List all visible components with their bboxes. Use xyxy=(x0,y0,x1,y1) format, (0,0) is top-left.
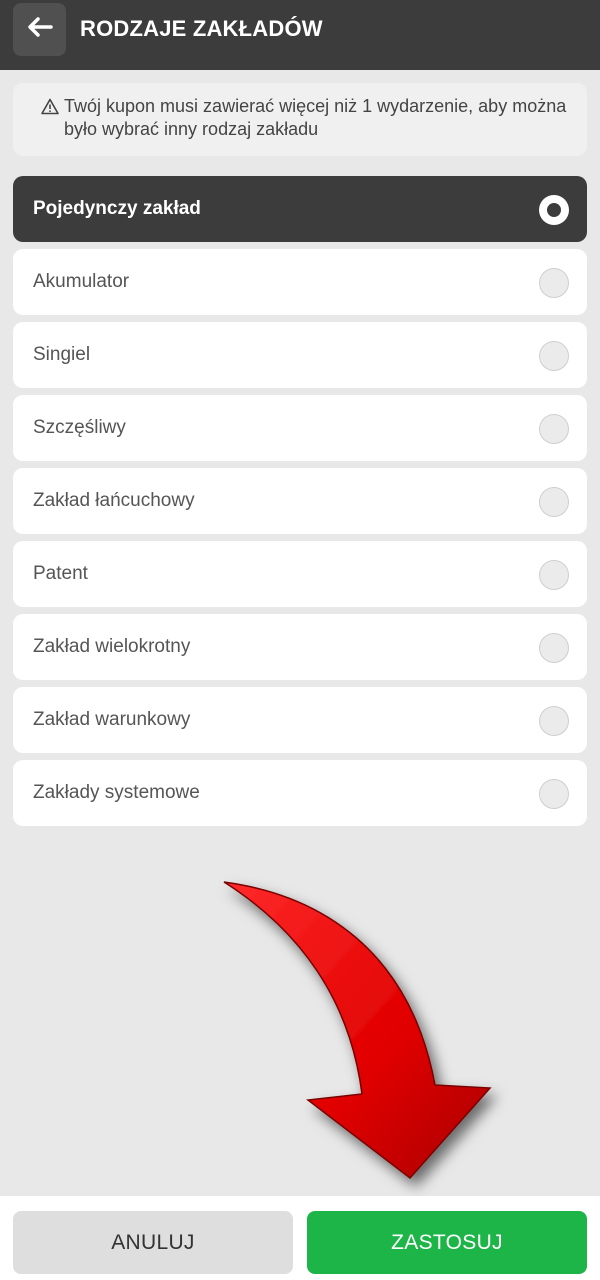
option-label: Pojedynczy zakład xyxy=(33,198,201,219)
page-title: RODZAJE ZAKŁADÓW xyxy=(80,16,323,41)
radio-unselected[interactable] xyxy=(539,779,569,809)
radio-unselected[interactable] xyxy=(539,268,569,298)
bet-type-option[interactable]: Singiel xyxy=(13,322,587,388)
bet-type-option[interactable]: Zakład warunkowy xyxy=(13,687,587,753)
bet-type-list: Pojedynczy zakład Akumulator Singiel Szc… xyxy=(13,176,587,833)
cancel-button[interactable]: ANULUJ xyxy=(13,1211,293,1274)
bet-type-option[interactable]: Szczęśliwy xyxy=(13,395,587,461)
warning-text: Twój kupon musi zawierać więcej niż 1 wy… xyxy=(64,96,567,139)
bet-type-option[interactable]: Akumulator xyxy=(13,249,587,315)
bet-type-option[interactable]: Zakład wielokrotny xyxy=(13,614,587,680)
radio-unselected[interactable] xyxy=(539,341,569,371)
option-label: Patent xyxy=(33,563,88,584)
bet-type-option[interactable]: Patent xyxy=(13,541,587,607)
radio-unselected[interactable] xyxy=(539,706,569,736)
warning-triangle-icon xyxy=(41,98,59,121)
radio-selected[interactable] xyxy=(539,195,569,225)
radio-unselected[interactable] xyxy=(539,414,569,444)
back-button[interactable] xyxy=(13,3,66,56)
bottom-action-bar: ANULUJ ZASTOSUJ xyxy=(0,1196,600,1280)
bet-type-option[interactable]: Zakład łańcuchowy xyxy=(13,468,587,534)
curved-arrow-icon xyxy=(210,870,520,1205)
bet-type-option[interactable]: Pojedynczy zakład xyxy=(13,176,587,242)
apply-button[interactable]: ZASTOSUJ xyxy=(307,1211,587,1274)
warning-message: Twój kupon musi zawierać więcej niż 1 wy… xyxy=(13,83,587,156)
option-label: Zakład łańcuchowy xyxy=(33,490,195,511)
radio-unselected[interactable] xyxy=(539,560,569,590)
option-label: Singiel xyxy=(33,344,91,365)
radio-unselected[interactable] xyxy=(539,633,569,663)
option-label: Szczęśliwy xyxy=(33,417,126,438)
bet-type-option[interactable]: Zakłady systemowe xyxy=(13,760,587,826)
option-label: Zakład wielokrotny xyxy=(33,636,191,657)
option-label: Zakład warunkowy xyxy=(33,709,191,730)
option-label: Zakłady systemowe xyxy=(33,782,200,803)
radio-unselected[interactable] xyxy=(539,487,569,517)
option-label: Akumulator xyxy=(33,271,130,292)
top-bar: RODZAJE ZAKŁADÓW xyxy=(0,0,600,70)
arrow-left-icon xyxy=(27,17,53,42)
